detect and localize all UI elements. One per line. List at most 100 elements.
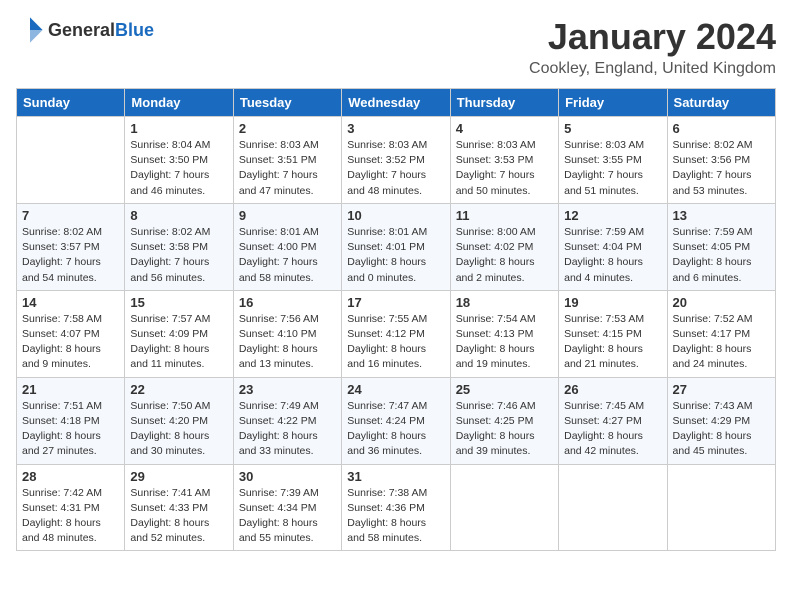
day-number: 6: [673, 121, 770, 136]
day-number: 4: [456, 121, 553, 136]
day-header-saturday: Saturday: [667, 89, 775, 117]
calendar-cell: 27 Sunrise: 7:43 AMSunset: 4:29 PMDayligh…: [667, 377, 775, 464]
calendar-cell: 29Sunrise: 7:41 AMSunset: 4:33 PMDayligh…: [125, 464, 233, 551]
day-detail: Sunrise: 7:59 AMSunset: 4:05 PMDaylight:…: [673, 225, 770, 286]
day-number: 23: [239, 382, 336, 397]
logo: General Blue: [16, 16, 154, 44]
day-detail: Sunrise: 7:46 AMSunset: 4:25 PMDaylight:…: [456, 399, 553, 460]
day-header-monday: Monday: [125, 89, 233, 117]
day-detail: Sunrise: 7:50 AMSunset: 4:20 PMDaylight:…: [130, 399, 227, 460]
day-detail: Sunrise: 7:42 AMSunset: 4:31 PMDaylight:…: [22, 486, 119, 547]
day-number: 28: [22, 469, 119, 484]
calendar-cell: 26Sunrise: 7:45 AMSunset: 4:27 PMDayligh…: [559, 377, 667, 464]
calendar-week-row: 21 Sunrise: 7:51 AMSunset: 4:18 PMDayligh…: [17, 377, 776, 464]
calendar-cell: 18 Sunrise: 7:54 AMSunset: 4:13 PMDayligh…: [450, 290, 558, 377]
calendar-week-row: 14 Sunrise: 7:58 AMSunset: 4:07 PMDayligh…: [17, 290, 776, 377]
day-header-tuesday: Tuesday: [233, 89, 341, 117]
day-number: 22: [130, 382, 227, 397]
day-detail: Sunrise: 7:47 AMSunset: 4:24 PMDaylight:…: [347, 399, 444, 460]
calendar-cell: 14 Sunrise: 7:58 AMSunset: 4:07 PMDayligh…: [17, 290, 125, 377]
day-detail: Sunrise: 7:41 AMSunset: 4:33 PMDaylight:…: [130, 486, 227, 547]
day-number: 31: [347, 469, 444, 484]
day-number: 20: [673, 295, 770, 310]
day-detail: Sunrise: 7:55 AMSunset: 4:12 PMDaylight:…: [347, 312, 444, 373]
day-detail: Sunrise: 7:38 AMSunset: 4:36 PMDaylight:…: [347, 486, 444, 547]
logo-icon: [16, 16, 44, 44]
calendar-cell: 8Sunrise: 8:02 AMSunset: 3:58 PMDaylight…: [125, 203, 233, 290]
calendar-table: SundayMondayTuesdayWednesdayThursdayFrid…: [16, 88, 776, 551]
calendar-cell: [667, 464, 775, 551]
day-number: 11: [456, 208, 553, 223]
day-detail: Sunrise: 8:03 AMSunset: 3:51 PMDaylight:…: [239, 138, 336, 199]
day-number: 9: [239, 208, 336, 223]
calendar-cell: 31 Sunrise: 7:38 AMSunset: 4:36 PMDayligh…: [342, 464, 450, 551]
day-detail: Sunrise: 7:58 AMSunset: 4:07 PMDaylight:…: [22, 312, 119, 373]
day-number: 2: [239, 121, 336, 136]
day-detail: Sunrise: 8:01 AMSunset: 4:00 PMDaylight:…: [239, 225, 336, 286]
day-detail: Sunrise: 8:04 AMSunset: 3:50 PMDaylight:…: [130, 138, 227, 199]
day-number: 7: [22, 208, 119, 223]
calendar-cell: 5 Sunrise: 8:03 AMSunset: 3:55 PMDaylight…: [559, 117, 667, 204]
calendar-cell: 4Sunrise: 8:03 AMSunset: 3:53 PMDaylight…: [450, 117, 558, 204]
day-number: 25: [456, 382, 553, 397]
day-header-friday: Friday: [559, 89, 667, 117]
calendar-cell: 23Sunrise: 7:49 AMSunset: 4:22 PMDayligh…: [233, 377, 341, 464]
calendar-header-row: SundayMondayTuesdayWednesdayThursdayFrid…: [17, 89, 776, 117]
day-header-wednesday: Wednesday: [342, 89, 450, 117]
day-number: 1: [130, 121, 227, 136]
day-number: 30: [239, 469, 336, 484]
title-area: January 2024 Cookley, England, United Ki…: [529, 16, 776, 78]
calendar-cell: 9 Sunrise: 8:01 AMSunset: 4:00 PMDaylight…: [233, 203, 341, 290]
day-detail: Sunrise: 8:03 AMSunset: 3:55 PMDaylight:…: [564, 138, 661, 199]
calendar-week-row: 1 Sunrise: 8:04 AMSunset: 3:50 PMDaylight…: [17, 117, 776, 204]
header: General Blue January 2024 Cookley, Engla…: [16, 16, 776, 78]
calendar-cell: 15 Sunrise: 7:57 AMSunset: 4:09 PMDayligh…: [125, 290, 233, 377]
logo-general-text: General: [48, 20, 115, 41]
calendar-cell: 13Sunrise: 7:59 AMSunset: 4:05 PMDayligh…: [667, 203, 775, 290]
day-detail: Sunrise: 7:51 AMSunset: 4:18 PMDaylight:…: [22, 399, 119, 460]
calendar-cell: 12Sunrise: 7:59 AMSunset: 4:04 PMDayligh…: [559, 203, 667, 290]
day-detail: Sunrise: 7:54 AMSunset: 4:13 PMDaylight:…: [456, 312, 553, 373]
calendar-cell: 16Sunrise: 7:56 AMSunset: 4:10 PMDayligh…: [233, 290, 341, 377]
day-number: 16: [239, 295, 336, 310]
calendar-cell: 20 Sunrise: 7:52 AMSunset: 4:17 PMDayligh…: [667, 290, 775, 377]
day-number: 19: [564, 295, 661, 310]
day-number: 5: [564, 121, 661, 136]
calendar-cell: 28 Sunrise: 7:42 AMSunset: 4:31 PMDayligh…: [17, 464, 125, 551]
calendar-cell: 25 Sunrise: 7:46 AMSunset: 4:25 PMDayligh…: [450, 377, 558, 464]
day-number: 8: [130, 208, 227, 223]
day-detail: Sunrise: 8:01 AMSunset: 4:01 PMDaylight:…: [347, 225, 444, 286]
calendar-cell: 17 Sunrise: 7:55 AMSunset: 4:12 PMDayligh…: [342, 290, 450, 377]
day-detail: Sunrise: 7:43 AMSunset: 4:29 PMDaylight:…: [673, 399, 770, 460]
calendar-cell: 24 Sunrise: 7:47 AMSunset: 4:24 PMDayligh…: [342, 377, 450, 464]
day-detail: Sunrise: 7:53 AMSunset: 4:15 PMDaylight:…: [564, 312, 661, 373]
calendar-cell: 1 Sunrise: 8:04 AMSunset: 3:50 PMDaylight…: [125, 117, 233, 204]
day-number: 24: [347, 382, 444, 397]
calendar-cell: 21 Sunrise: 7:51 AMSunset: 4:18 PMDayligh…: [17, 377, 125, 464]
location-title: Cookley, England, United Kingdom: [529, 60, 776, 78]
day-detail: Sunrise: 8:02 AMSunset: 3:56 PMDaylight:…: [673, 138, 770, 199]
day-detail: Sunrise: 7:59 AMSunset: 4:04 PMDaylight:…: [564, 225, 661, 286]
calendar-cell: 7Sunrise: 8:02 AMSunset: 3:57 PMDaylight…: [17, 203, 125, 290]
day-number: 17: [347, 295, 444, 310]
calendar-cell: 3Sunrise: 8:03 AMSunset: 3:52 PMDaylight…: [342, 117, 450, 204]
day-number: 21: [22, 382, 119, 397]
calendar-cell: 19 Sunrise: 7:53 AMSunset: 4:15 PMDayligh…: [559, 290, 667, 377]
calendar-cell: 6 Sunrise: 8:02 AMSunset: 3:56 PMDaylight…: [667, 117, 775, 204]
calendar-cell: 22 Sunrise: 7:50 AMSunset: 4:20 PMDayligh…: [125, 377, 233, 464]
day-number: 18: [456, 295, 553, 310]
logo-blue-text: Blue: [115, 20, 154, 41]
day-number: 15: [130, 295, 227, 310]
day-number: 27: [673, 382, 770, 397]
calendar-week-row: 7Sunrise: 8:02 AMSunset: 3:57 PMDaylight…: [17, 203, 776, 290]
calendar-cell: [450, 464, 558, 551]
day-detail: Sunrise: 7:52 AMSunset: 4:17 PMDaylight:…: [673, 312, 770, 373]
day-header-thursday: Thursday: [450, 89, 558, 117]
day-number: 14: [22, 295, 119, 310]
calendar-cell: 2 Sunrise: 8:03 AMSunset: 3:51 PMDaylight…: [233, 117, 341, 204]
calendar-cell: [559, 464, 667, 551]
calendar-cell: 10Sunrise: 8:01 AMSunset: 4:01 PMDayligh…: [342, 203, 450, 290]
day-detail: Sunrise: 8:03 AMSunset: 3:52 PMDaylight:…: [347, 138, 444, 199]
calendar-cell: 11Sunrise: 8:00 AMSunset: 4:02 PMDayligh…: [450, 203, 558, 290]
day-detail: Sunrise: 7:57 AMSunset: 4:09 PMDaylight:…: [130, 312, 227, 373]
